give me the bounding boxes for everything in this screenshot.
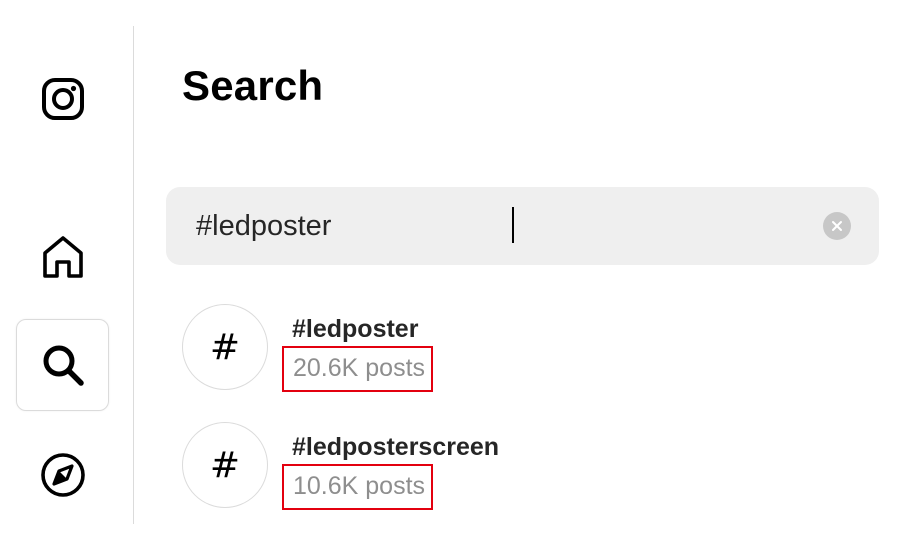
search-input[interactable] bbox=[196, 205, 796, 247]
home-glyph bbox=[43, 236, 83, 278]
text-caret bbox=[512, 207, 514, 243]
result-hashtag-name: #ledposter bbox=[292, 315, 419, 343]
compass-glyph bbox=[41, 453, 85, 497]
search-result-item[interactable]: # #ledposterscreen 10.6K posts bbox=[182, 420, 742, 512]
search-box bbox=[166, 187, 879, 265]
sidebar-divider bbox=[133, 26, 134, 524]
home-icon[interactable] bbox=[34, 230, 92, 284]
clear-x-icon bbox=[832, 221, 842, 231]
result-hashtag-name: #ledposterscreen bbox=[292, 433, 500, 461]
clear-search-button[interactable] bbox=[823, 212, 851, 240]
result-post-count: 10.6K posts bbox=[282, 464, 434, 510]
page-title: Search bbox=[182, 62, 324, 109]
search-icon[interactable] bbox=[16, 319, 109, 411]
instagram-glyph bbox=[42, 78, 84, 120]
hashtag-icon: # bbox=[182, 422, 268, 508]
result-post-count: 20.6K posts bbox=[282, 346, 434, 392]
explore-compass-icon[interactable] bbox=[34, 448, 92, 502]
sidebar bbox=[0, 0, 134, 540]
instagram-logo-icon[interactable] bbox=[34, 74, 92, 124]
search-result-item[interactable]: # #ledposter 20.6K posts bbox=[182, 302, 742, 394]
hashtag-icon: # bbox=[182, 304, 268, 390]
search-magnifier-glyph bbox=[43, 345, 84, 386]
